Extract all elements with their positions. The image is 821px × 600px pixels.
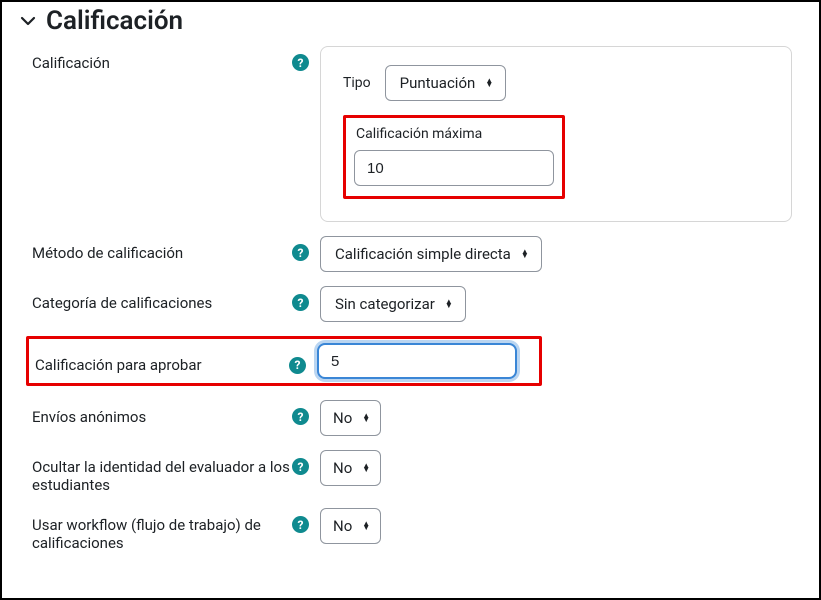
sort-icon: [362, 522, 372, 530]
select-anon[interactable]: No: [320, 400, 381, 436]
sort-icon: [362, 414, 372, 422]
section-title: Calificación: [46, 6, 183, 36]
help-icon[interactable]: ?: [292, 54, 309, 71]
label-grade: Calificación: [32, 54, 292, 72]
label-hide-grader: Ocultar la identidad del evaluador a los…: [32, 458, 292, 494]
help-icon[interactable]: ?: [292, 516, 309, 533]
sort-icon: [521, 250, 531, 258]
highlight-max-grade: Calificación máxima: [343, 115, 565, 199]
help-icon[interactable]: ?: [292, 294, 309, 311]
select-grade-category[interactable]: Sin categorizar: [320, 286, 466, 322]
label-max-grade: Calificación máxima: [356, 126, 554, 142]
sort-icon: [362, 464, 372, 472]
help-icon[interactable]: ?: [292, 458, 309, 475]
section-toggle[interactable]: Calificación: [20, 6, 801, 36]
label-tipo: Tipo: [343, 75, 371, 91]
input-max-grade[interactable]: [354, 150, 554, 186]
sort-icon: [445, 300, 455, 308]
sort-icon: [485, 79, 495, 87]
grade-panel: Tipo Puntuación Calificación máxima: [320, 46, 792, 222]
help-icon[interactable]: ?: [292, 408, 309, 425]
select-tipo[interactable]: Puntuación: [385, 65, 507, 101]
select-hide-grader[interactable]: No: [320, 450, 381, 486]
label-workflow: Usar workflow (flujo de trabajo) de cali…: [32, 516, 292, 552]
input-grade-to-pass[interactable]: [317, 343, 517, 379]
label-anon: Envíos anónimos: [32, 408, 292, 426]
select-grading-method[interactable]: Calificación simple directa: [320, 236, 542, 272]
help-icon[interactable]: ?: [292, 244, 309, 261]
select-workflow[interactable]: No: [320, 508, 381, 544]
help-icon[interactable]: ?: [289, 357, 306, 374]
label-grade-to-pass: Calificación para aprobar: [35, 356, 289, 374]
highlight-grade-to-pass: Calificación para aprobar ?: [26, 336, 542, 386]
label-grading-method: Método de calificación: [32, 244, 292, 262]
chevron-down-icon: [20, 13, 36, 29]
label-grade-category: Categoría de calificaciones: [32, 294, 292, 312]
